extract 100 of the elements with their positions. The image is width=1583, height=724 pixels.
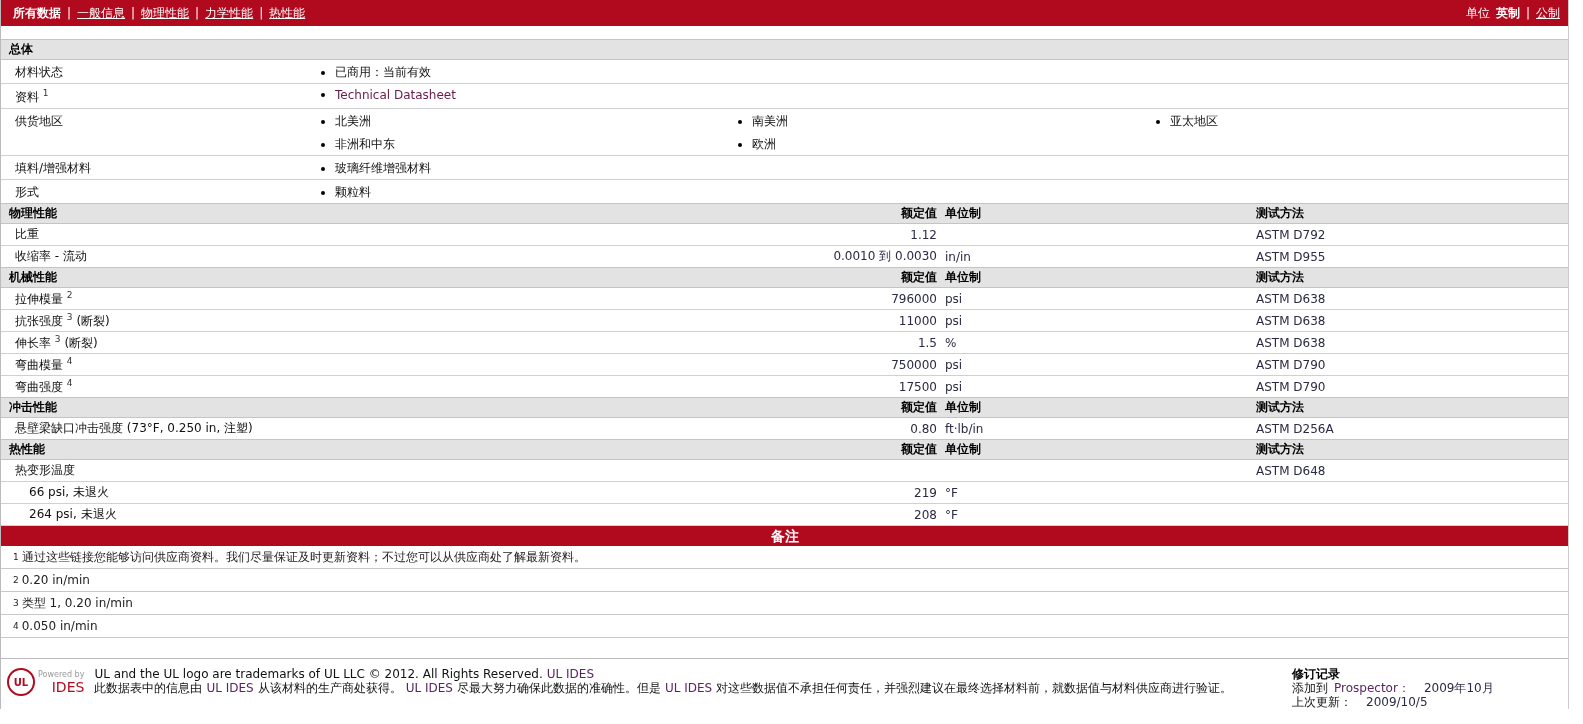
separator: | bbox=[195, 6, 200, 20]
property-label: 热变形温度 bbox=[14, 462, 76, 479]
property-unit: in/in bbox=[944, 249, 972, 264]
property-value: 0.80 bbox=[909, 421, 938, 436]
section-title: 总体 bbox=[7, 41, 34, 58]
column-header: 单位制 bbox=[944, 205, 982, 222]
test-method: ASTM D638 bbox=[1256, 291, 1327, 306]
property-value: 796000 bbox=[890, 291, 938, 306]
test-method: ASTM D638 bbox=[1256, 335, 1327, 350]
property-value: 欧洲 bbox=[752, 136, 776, 153]
nav-tab[interactable]: 热性能 bbox=[269, 4, 306, 22]
property-unit: psi bbox=[944, 357, 964, 372]
datasheet-link[interactable]: Technical Datasheet bbox=[335, 88, 456, 102]
revision-label: 添加到 bbox=[1292, 681, 1328, 695]
property-unit: °F bbox=[944, 485, 959, 500]
test-method: ASTM D648 bbox=[1256, 463, 1327, 478]
property-label: 供货地区 bbox=[14, 113, 64, 130]
column-header: 额定值 bbox=[900, 441, 938, 458]
logo-tagline: Powered by bbox=[38, 669, 85, 679]
logo-mark: UL bbox=[7, 668, 35, 696]
property-label: 264 psi, 未退火 bbox=[28, 506, 118, 523]
bullet-icon bbox=[738, 119, 742, 124]
column-header: 额定值 bbox=[900, 399, 938, 416]
separator: | bbox=[131, 6, 136, 20]
column-header: 额定值 bbox=[900, 269, 938, 286]
property-label: 悬壁梁缺口冲击强度 (73°F, 0.250 in, 注塑) bbox=[14, 420, 254, 437]
test-method: ASTM D955 bbox=[1256, 249, 1327, 264]
notes-header: 备注 bbox=[1, 526, 1568, 546]
column-header: 测试方法 bbox=[1256, 399, 1305, 416]
section-title: 物理性能 bbox=[8, 205, 58, 222]
property-value: 玻璃纤维增强材料 bbox=[335, 160, 431, 177]
property-unit: °F bbox=[944, 507, 959, 522]
property-value: 亚太地区 bbox=[1170, 113, 1218, 130]
test-method: ASTM D256A bbox=[1256, 421, 1335, 436]
bullet-icon bbox=[738, 142, 742, 147]
property-label: 材料状态 bbox=[14, 64, 64, 81]
property-value: 17500 bbox=[897, 379, 938, 394]
property-label: 填料/增强材料 bbox=[14, 160, 93, 177]
nav-tab[interactable]: 物理性能 bbox=[141, 4, 190, 22]
bullet-icon bbox=[321, 142, 325, 147]
separator: | bbox=[259, 6, 264, 20]
disclaimer-text: UL and the UL logo are trademarks of UL LLC © 2012. All Rights Reserved. UL IDES bbox=[94, 667, 595, 681]
column-header: 测试方法 bbox=[1256, 441, 1305, 458]
test-method: ASTM D790 bbox=[1256, 379, 1327, 394]
revision-title: 修订记录 bbox=[1292, 667, 1341, 681]
property-label: 66 psi, 未退火 bbox=[28, 484, 110, 501]
bullet-icon bbox=[321, 119, 325, 124]
column-header: 额定值 bbox=[900, 205, 938, 222]
property-label: 比重 bbox=[14, 226, 40, 243]
bullet-icon bbox=[321, 190, 325, 195]
unit-option[interactable]: 公制 bbox=[1536, 4, 1560, 22]
separator: | bbox=[67, 6, 72, 20]
separator: | bbox=[1525, 6, 1530, 20]
property-unit: ft·lb/in bbox=[944, 421, 985, 436]
bullet-icon bbox=[1156, 119, 1160, 124]
property-value: 208 bbox=[913, 507, 938, 522]
bullet-icon bbox=[321, 93, 325, 97]
bullet-icon bbox=[321, 166, 325, 171]
unit-option[interactable]: 英制 bbox=[1495, 4, 1520, 22]
property-label: 拉伸模量 $^{2}$ bbox=[14, 289, 74, 308]
property-value: 750000 bbox=[890, 357, 938, 372]
property-value: 已商用：当前有效 bbox=[335, 64, 431, 81]
column-header: 单位制 bbox=[944, 399, 982, 416]
section-title: 冲击性能 bbox=[8, 399, 58, 416]
logo-wordmark: IDES bbox=[51, 678, 85, 695]
brand-link[interactable]: UL IDES bbox=[546, 667, 594, 681]
column-header: 测试方法 bbox=[1256, 269, 1305, 286]
brand-link[interactable]: UL IDES bbox=[206, 681, 254, 695]
column-header: 单位制 bbox=[944, 269, 982, 286]
brand-link[interactable]: UL IDES bbox=[405, 681, 453, 695]
property-unit: psi bbox=[944, 313, 964, 328]
property-label: 抗张强度 $^{3}$ (断裂) bbox=[14, 311, 111, 330]
property-value: 颗粒料 bbox=[335, 184, 371, 201]
property-value: 非洲和中东 bbox=[335, 136, 395, 153]
unit-label: 单位 bbox=[1465, 4, 1490, 22]
brand-link[interactable]: UL IDES bbox=[664, 681, 713, 695]
property-value: 11000 bbox=[897, 313, 938, 328]
property-unit: psi bbox=[944, 291, 964, 306]
property-label: 收缩率 - 流动 bbox=[14, 248, 88, 265]
bullet-icon bbox=[321, 70, 325, 75]
property-value: 1.5 bbox=[916, 335, 938, 350]
property-label: 弯曲强度 $^{4}$ bbox=[14, 377, 74, 396]
nav-tab[interactable]: 一般信息 bbox=[77, 4, 126, 22]
property-value: 0.0010 到 0.0030 bbox=[832, 248, 938, 265]
nav-tab[interactable]: 力学性能 bbox=[205, 4, 254, 22]
test-method: ASTM D790 bbox=[1256, 357, 1327, 372]
property-value: 南美洲 bbox=[752, 113, 788, 130]
property-label: 形式 bbox=[14, 184, 40, 201]
property-label: 资料 $^{1}$ bbox=[14, 87, 50, 106]
property-label: 弯曲模量 $^{4}$ bbox=[14, 355, 74, 374]
product-link[interactable]: Prospector： bbox=[1334, 681, 1410, 695]
revision-date: 2009年10月 bbox=[1423, 681, 1494, 695]
property-unit: % bbox=[944, 335, 958, 350]
section-title: 热性能 bbox=[8, 441, 46, 458]
column-header: 单位制 bbox=[944, 441, 982, 458]
section-title: 机械性能 bbox=[8, 269, 58, 286]
nav-tab[interactable]: 所有数据 bbox=[13, 4, 61, 22]
revision-label: 上次更新： bbox=[1292, 695, 1352, 709]
column-header: 测试方法 bbox=[1256, 205, 1305, 222]
property-unit: psi bbox=[944, 379, 964, 394]
